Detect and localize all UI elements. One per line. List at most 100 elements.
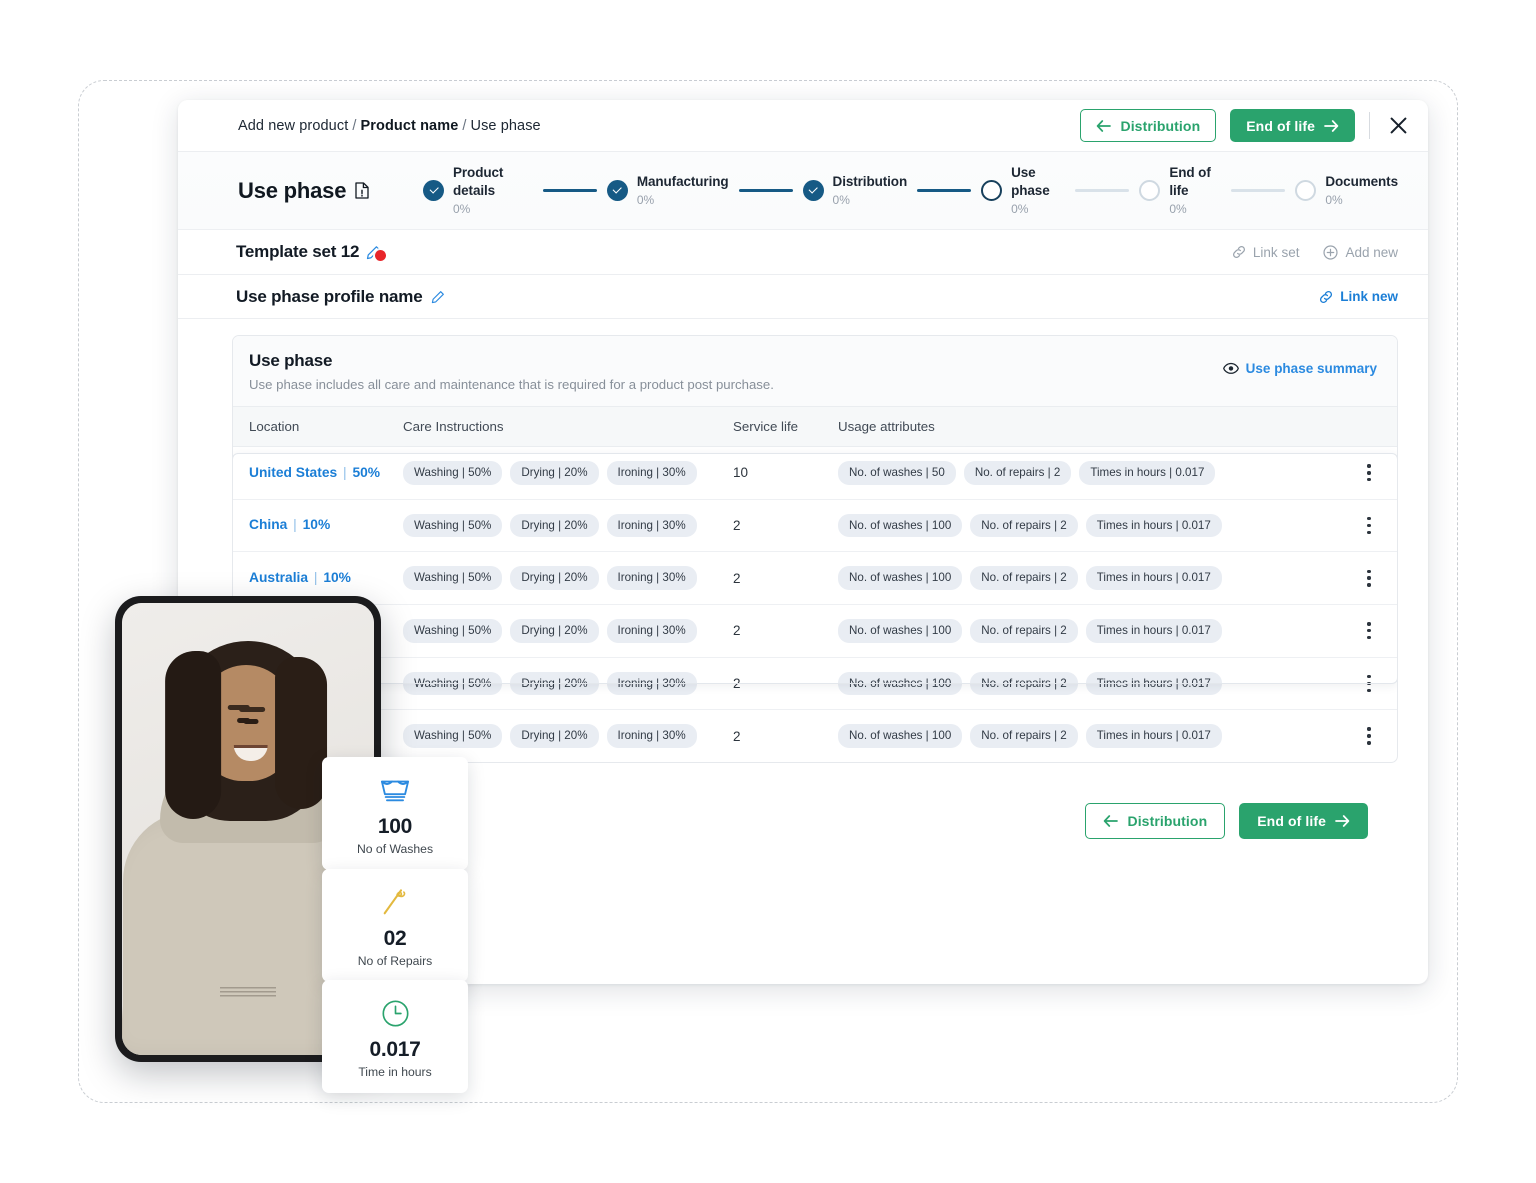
kebab-menu-icon[interactable] (1341, 569, 1397, 587)
use-phase-summary-button[interactable]: Use phase summary (1222, 351, 1377, 376)
usage-chip[interactable]: Times in hours | 0.017 (1085, 671, 1222, 696)
usage-chip[interactable]: No. of washes | 50 (838, 461, 956, 485)
washing-basin-icon (332, 773, 458, 807)
usage-chip[interactable]: No. of repairs | 2 (970, 513, 1078, 538)
care-chip[interactable]: Ironing | 30% (606, 513, 697, 538)
table-row[interactable]: China | 10% Washing | 50% Drying | 20% I… (233, 499, 1397, 553)
kebab-menu-icon[interactable] (1341, 727, 1397, 745)
care-chip[interactable]: Ironing | 30% (606, 461, 697, 485)
step-connector-1 (542, 189, 597, 192)
location-link[interactable]: Australia | 10% (233, 570, 351, 585)
pencil-icon[interactable] (431, 290, 445, 304)
location-name: United States (249, 464, 338, 480)
cell-location: United States | 50% (233, 446, 403, 500)
care-chip[interactable]: Washing | 50% (403, 566, 503, 590)
usage-chip[interactable]: No. of repairs | 2 (970, 671, 1078, 696)
usage-chip[interactable]: Times in hours | 0.017 (1085, 724, 1222, 748)
stat-label: No of Washes (356, 842, 434, 856)
table-row[interactable]: United States | 50% Washing | 50% Drying… (233, 446, 1397, 500)
care-chip[interactable]: Drying | 20% (510, 671, 599, 696)
kebab-menu-icon[interactable] (1341, 464, 1397, 482)
stepper-bar: Use phase Product details 0% Manufacturi… (178, 152, 1428, 230)
breadcrumb-separator-1: / (352, 117, 357, 134)
usage-chip[interactable]: No. of washes | 100 (838, 671, 963, 696)
location-share: 50% (352, 464, 381, 480)
link-set-button[interactable]: Link set (1232, 244, 1300, 260)
usage-chip[interactable]: No. of repairs | 2 (963, 461, 1072, 485)
footer-back-distribution-button[interactable]: Distribution (1085, 802, 1226, 839)
usage-chip[interactable]: Times in hours | 0.017 (1085, 618, 1222, 643)
step-label-group: Manufacturing 0% (637, 173, 729, 209)
header-back-distribution-button[interactable]: Distribution (1080, 109, 1217, 142)
care-chip[interactable]: Washing | 50% (403, 671, 503, 696)
step-product-details[interactable]: Product details 0% (423, 164, 533, 218)
usage-chip[interactable]: No. of washes | 100 (838, 566, 963, 590)
cell-actions (1341, 499, 1397, 553)
kebab-menu-icon[interactable] (1341, 674, 1397, 692)
step-use-phase[interactable]: Use phase 0% (981, 164, 1065, 218)
care-chip[interactable]: Washing | 50% (403, 461, 503, 485)
care-chip[interactable]: Washing | 50% (403, 618, 503, 643)
table-row[interactable]: Washing | 50% Drying | 20% Ironing | 30%… (233, 710, 1397, 762)
close-button[interactable] (1384, 112, 1412, 140)
table-header-row: Location Care Instructions Service life … (233, 407, 1397, 447)
link-new-label: Link new (1340, 289, 1398, 304)
column-header-location: Location (233, 407, 403, 447)
location-link[interactable]: China | 10% (233, 517, 330, 532)
care-chip[interactable]: Ironing | 30% (606, 724, 697, 748)
usage-chip[interactable]: No. of washes | 100 (838, 724, 963, 748)
cursor-pointer-indicator (375, 249, 387, 261)
step-end-of-life[interactable]: End of life 0% (1139, 164, 1221, 218)
care-chip[interactable]: Ironing | 30% (606, 618, 697, 643)
add-new-button[interactable]: Add new (1323, 245, 1398, 260)
link-set-label: Link set (1252, 244, 1300, 260)
location-link[interactable]: United States | 50% (233, 465, 380, 480)
usage-chip[interactable]: No. of washes | 100 (838, 513, 963, 538)
usage-chip[interactable]: Times in hours | 0.017 (1079, 461, 1216, 485)
step-label-group: Distribution 0% (833, 173, 908, 209)
step-percent: 0% (832, 192, 850, 207)
kebab-menu-icon[interactable] (1341, 516, 1397, 535)
link-new-button[interactable]: Link new (1319, 289, 1398, 304)
table-row[interactable]: Australia | 10% Washing | 50% Drying | 2… (233, 551, 1397, 605)
clock-icon (332, 996, 458, 1030)
cell-care: Washing | 50% Drying | 20% Ironing | 30% (403, 551, 733, 605)
usage-chip[interactable]: No. of repairs | 2 (970, 724, 1078, 748)
header-next-end-of-life-button[interactable]: End of life (1230, 109, 1355, 142)
usage-chip-group: No. of washes | 100 No. of repairs | 2 T… (838, 724, 1341, 748)
table-row[interactable]: Washing | 50% Drying | 20% Ironing | 30%… (233, 604, 1397, 658)
step-status-icon-done (606, 180, 628, 201)
care-chip[interactable]: Drying | 20% (510, 513, 599, 538)
care-chip[interactable]: Drying | 20% (510, 724, 599, 748)
column-header-care: Care Instructions (403, 407, 733, 447)
care-chip[interactable]: Drying | 20% (510, 461, 599, 485)
usage-chip[interactable]: No. of repairs | 2 (970, 566, 1078, 590)
step-label-group: End of life 0% (1169, 164, 1221, 218)
care-chip[interactable]: Washing | 50% (403, 724, 503, 748)
step-percent: 0% (453, 201, 471, 216)
breadcrumb-root[interactable]: Add new product (238, 118, 348, 134)
care-chip[interactable]: Ironing | 30% (606, 671, 697, 696)
usage-chip[interactable]: No. of repairs | 2 (970, 618, 1078, 643)
step-label: Manufacturing (636, 173, 729, 189)
usage-chip[interactable]: Times in hours | 0.017 (1085, 513, 1222, 538)
care-chip[interactable]: Washing | 50% (403, 513, 503, 538)
breadcrumb-product[interactable]: Product name (360, 118, 458, 134)
step-distribution[interactable]: Distribution 0% (802, 173, 908, 209)
template-set-edit-wrap[interactable] (366, 245, 387, 261)
care-chip-group: Washing | 50% Drying | 20% Ironing | 30% (403, 724, 733, 748)
cell-actions (1341, 551, 1397, 605)
step-percent: 0% (1011, 201, 1029, 216)
table-row[interactable]: Washing | 50% Drying | 20% Ironing | 30%… (233, 657, 1397, 711)
care-chip[interactable]: Ironing | 30% (606, 566, 697, 590)
care-chip[interactable]: Drying | 20% (510, 566, 599, 590)
usage-chip[interactable]: Times in hours | 0.017 (1085, 566, 1222, 590)
care-chip[interactable]: Drying | 20% (510, 618, 599, 643)
footer-next-end-of-life-button[interactable]: End of life (1239, 802, 1368, 839)
cell-care: Washing | 50% Drying | 20% Ironing | 30% (403, 499, 733, 553)
usage-chip[interactable]: No. of washes | 100 (838, 618, 963, 643)
photo-eye-right (243, 719, 259, 724)
step-documents[interactable]: Documents 0% (1295, 173, 1398, 209)
kebab-menu-icon[interactable] (1341, 622, 1397, 640)
step-manufacturing[interactable]: Manufacturing 0% (606, 173, 729, 209)
